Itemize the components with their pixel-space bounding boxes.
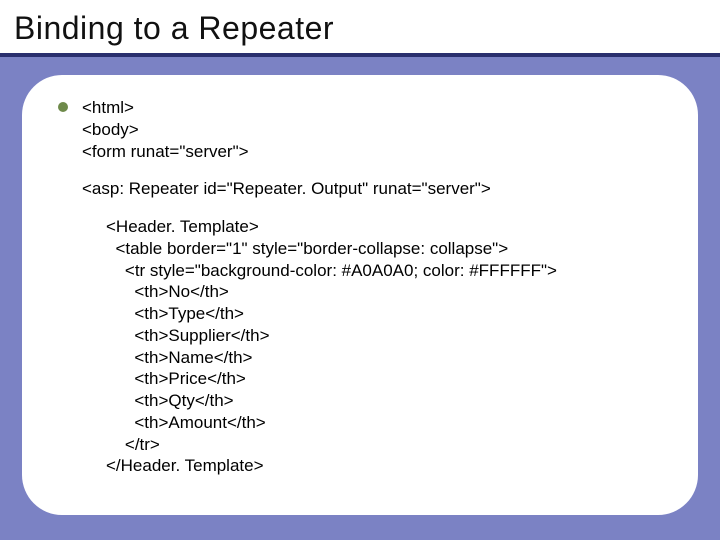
content-panel: <html> <body> <form runat="server"> <asp…	[22, 75, 698, 515]
title-bar: Binding to a Repeater	[0, 0, 720, 57]
bullet-item: <html> <body> <form runat="server"> <asp…	[58, 97, 662, 477]
slide-title: Binding to a Repeater	[14, 10, 706, 47]
code-line: <table border="1" style="border-collapse…	[106, 238, 557, 260]
code-line: <th>No</th>	[106, 281, 557, 303]
code-line: <body>	[82, 119, 557, 141]
code-line: <tr style="background-color: #A0A0A0; co…	[106, 260, 557, 282]
code-line: <th>Supplier</th>	[106, 325, 557, 347]
code-line: </Header. Template>	[106, 455, 557, 477]
code-line: <Header. Template>	[106, 216, 557, 238]
code-line: <form runat="server">	[82, 141, 557, 163]
code-line: <th>Qty</th>	[106, 390, 557, 412]
bullet-icon	[58, 102, 68, 112]
code-line: <th>Price</th>	[106, 368, 557, 390]
code-container: <html> <body> <form runat="server"> <asp…	[82, 97, 557, 477]
code-line: <th>Type</th>	[106, 303, 557, 325]
code-line: <asp: Repeater id="Repeater. Output" run…	[82, 178, 557, 200]
code-line: <th>Name</th>	[106, 347, 557, 369]
code-line: <html>	[82, 97, 557, 119]
code-line: </tr>	[106, 434, 557, 456]
code-line: <th>Amount</th>	[106, 412, 557, 434]
